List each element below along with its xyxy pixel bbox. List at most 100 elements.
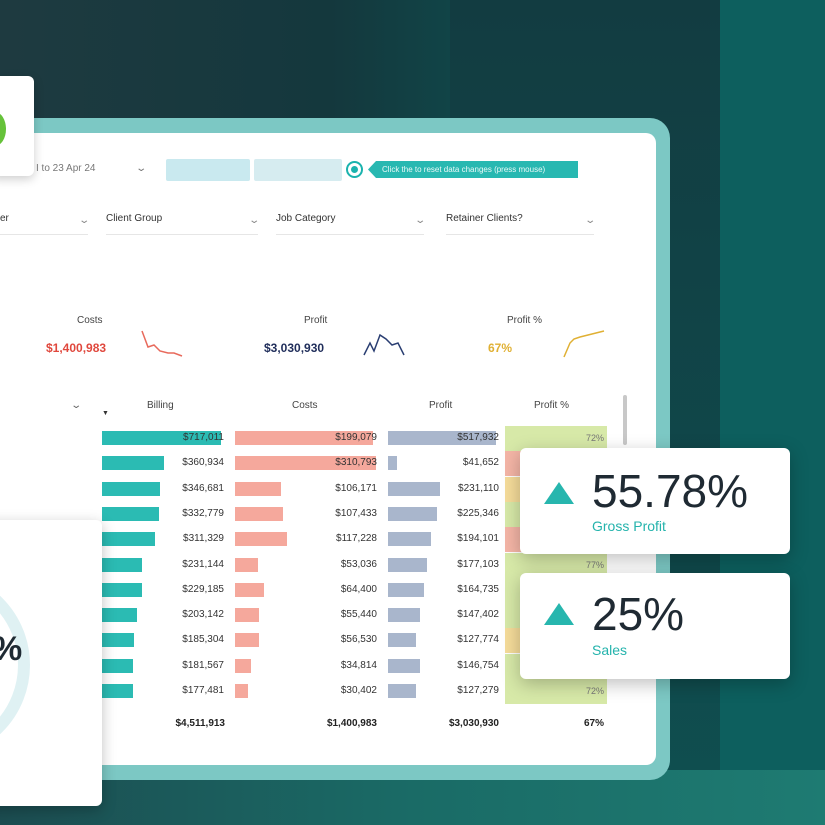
billing-bar (102, 482, 160, 496)
stat-label: Sales (592, 642, 628, 658)
chevron-down-icon: ⌄ (413, 215, 426, 226)
billing-value: $229,185 (182, 584, 224, 595)
billing-value: $360,934 (182, 457, 224, 468)
profit-value: $225,346 (457, 508, 499, 519)
kpi-profit-pct-value: 67% (488, 341, 513, 355)
costs-bar (235, 633, 259, 647)
up-arrow-icon (544, 603, 574, 625)
sort-desc-icon[interactable]: ▼ (102, 410, 109, 417)
chevron-down-icon[interactable]: ⌄ (70, 400, 82, 411)
billing-bar (102, 507, 159, 521)
billing-bar (102, 633, 134, 647)
filter-label: Job Category (276, 213, 336, 224)
filter-retainer-clients[interactable]: Retainer Clients? ⌄ (446, 213, 596, 235)
billing-value: $203,142 (182, 609, 224, 620)
filter-dropdown-0[interactable]: er ⌄ (0, 213, 90, 235)
profit-value: $127,774 (457, 634, 499, 645)
billing-bar (102, 608, 137, 622)
filter-label: er (0, 213, 9, 224)
costs-value: $64,400 (340, 584, 377, 595)
profit-value: $146,754 (457, 660, 499, 671)
chevron-down-icon: ⌄ (77, 215, 90, 226)
profit-bar (388, 659, 420, 673)
profit-pct-value: 72% (585, 686, 604, 696)
billing-bar (102, 532, 155, 546)
stat-label: Gross Profit (592, 518, 666, 534)
total-profit-pct: 67% (583, 718, 604, 729)
stat-card-sales: 25% Sales (520, 573, 790, 679)
chevron-down-icon: ⌄ (583, 215, 596, 226)
billing-value: $717,011 (183, 432, 224, 443)
profit-value: $127,279 (457, 685, 499, 696)
stat-value: 55.78% (592, 465, 749, 517)
costs-value: $34,814 (340, 660, 377, 671)
filter-button-2[interactable] (254, 159, 342, 181)
col-header-profit-pct[interactable]: Profit % (534, 400, 569, 411)
billing-value: $346,681 (182, 483, 224, 494)
costs-sparkline (141, 330, 183, 357)
costs-bar (235, 482, 281, 496)
costs-bar (235, 583, 264, 597)
profit-bar (388, 633, 416, 647)
profit-value: $177,103 (457, 559, 499, 570)
col-header-billing[interactable]: Billing (147, 400, 174, 411)
profit-bar (388, 608, 420, 622)
billing-bar (102, 659, 133, 673)
chevron-down-icon: ⌄ (247, 215, 260, 226)
date-range-field[interactable]: I to 23 Apr 24 (36, 163, 96, 174)
profit-pct-value: 72% (585, 433, 604, 443)
billing-value: $177,481 (182, 685, 224, 696)
billing-value: $311,329 (183, 533, 224, 544)
gauge-card: % (0, 520, 102, 806)
costs-value: $117,228 (336, 533, 377, 544)
profit-pct-value: 77% (585, 560, 604, 570)
profit-value: $231,110 (458, 483, 499, 494)
filter-label: Client Group (106, 213, 163, 224)
costs-value: $107,433 (335, 508, 377, 519)
costs-value: $30,402 (340, 685, 377, 696)
kpi-profit-pct-label: Profit % (507, 315, 543, 326)
filter-button-1[interactable] (166, 159, 250, 181)
total-costs: $1,400,983 (326, 718, 377, 729)
total-profit: $3,030,930 (448, 718, 499, 729)
stat-value: 25% (592, 588, 685, 640)
col-header-profit[interactable]: Profit (429, 400, 452, 411)
profit-pct-sparkline (563, 330, 605, 358)
costs-bar (235, 608, 259, 622)
kpi-profit-value: $3,030,930 (264, 341, 325, 355)
filter-job-category[interactable]: Job Category ⌄ (276, 213, 426, 235)
costs-value: $56,530 (340, 634, 377, 645)
profit-value: $164,735 (457, 584, 499, 595)
costs-bar (235, 558, 258, 572)
filter-client-group[interactable]: Client Group ⌄ (106, 213, 260, 235)
profit-bar (388, 456, 397, 470)
reset-info-banner[interactable]: Click the to reset data changes (press m… (368, 161, 578, 178)
reset-target-icon[interactable] (346, 161, 363, 178)
stat-card-gross-profit: 55.78% Gross Profit (520, 448, 790, 554)
kpi-costs-value: $1,400,983 (46, 341, 107, 355)
profit-value: $517,932 (457, 432, 499, 443)
costs-bar (235, 507, 283, 521)
billing-bar (102, 558, 142, 572)
table-scrollbar[interactable] (623, 395, 627, 445)
billing-bar (102, 684, 133, 698)
kpi-costs-label: Costs (77, 315, 103, 326)
profit-value: $147,402 (457, 609, 499, 620)
gauge-value: % (0, 630, 22, 669)
costs-value: $310,793 (335, 457, 377, 468)
costs-value: $106,171 (335, 483, 377, 494)
profit-sparkline (363, 333, 405, 356)
costs-value: $199,079 (335, 432, 377, 443)
profit-value: $194,101 (457, 533, 499, 544)
costs-bar (235, 659, 251, 673)
col-header-costs[interactable]: Costs (292, 400, 318, 411)
chevron-down-icon[interactable]: ⌄ (135, 163, 147, 174)
profit-bar (388, 532, 431, 546)
profit-bar (388, 583, 424, 597)
profit-bar (388, 684, 416, 698)
profit-value: $41,652 (462, 457, 499, 468)
costs-value: $53,036 (340, 559, 377, 570)
billing-value: $332,779 (182, 508, 224, 519)
billing-value: $185,304 (182, 634, 224, 645)
total-billing: $4,511,913 (175, 718, 226, 729)
